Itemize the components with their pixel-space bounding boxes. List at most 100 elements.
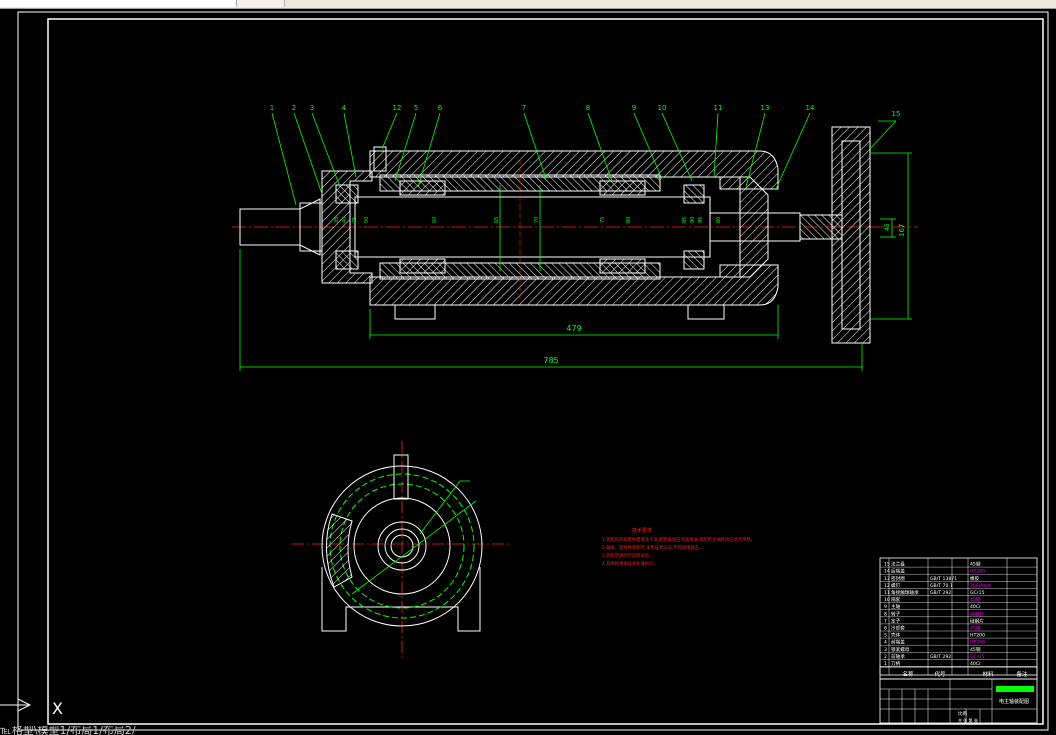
toolbar-field[interactable]: [0, 0, 237, 7]
foot-right: [687, 304, 725, 320]
bom-cell-material: HT200: [970, 640, 985, 646]
front-bearing-bottom: [335, 250, 359, 270]
part-label-4: 4: [342, 104, 347, 112]
bom-cell-name: 主轴: [891, 603, 901, 610]
bom-cell-material: HT200: [970, 569, 985, 575]
inner-dim: 80: [716, 217, 722, 223]
front-bearing-top: [335, 184, 359, 204]
bom-cell-name: 刀柄: [891, 660, 901, 667]
title-green-bar: [996, 686, 1034, 692]
scale-label: 比例: [958, 710, 967, 717]
bom-cell-no: 9: [884, 604, 887, 610]
part-label-9: 9: [632, 104, 636, 112]
bom-cell-name: 冷却套: [891, 625, 905, 632]
bom-header-note: 备注: [1016, 670, 1028, 678]
sheet-inner-border: [47, 18, 1044, 725]
bom-table: 15 法兰盘 45钢14 后端盖 HT20013 密封圈 GB/T 13871 橡胶12 螺钉 G…: [879, 557, 1038, 680]
inner-dim: 45: [352, 217, 358, 223]
section-view: 1 2 3 4 12 5 6 7 8 9 10 11 13 14 15 35 4…: [232, 104, 918, 371]
stator-left-bottom: [399, 258, 446, 274]
inner-dim: 65: [494, 217, 500, 223]
end-view: [292, 441, 510, 657]
part-label-15: 15: [892, 110, 901, 118]
bom-cell-material: 40Cr: [970, 604, 981, 610]
bom-cell-material: 40Cr: [970, 661, 981, 667]
inner-dim: 75: [600, 217, 606, 223]
dimension-785: 785: [543, 356, 558, 365]
bom-cell-no: 6: [884, 626, 887, 632]
end-view-hatch: [325, 513, 353, 588]
rear-bearing-top: [683, 184, 705, 204]
bom-header-material: 材料: [982, 670, 994, 678]
bom-cell-name: 角接触球轴承: [891, 589, 919, 596]
rear-bearing-bottom: [683, 250, 705, 270]
bom-cell-no: 13: [884, 576, 890, 582]
tech-req-line: 2.轴承、密封件装配时,采用压装方法,不得直接敲击。: [602, 544, 703, 551]
part-label-14: 14: [806, 104, 815, 112]
bom-cell-material: 硅钢片: [970, 610, 984, 617]
bom-cell-name: 定子: [891, 617, 901, 624]
bom-cell-name: 壳体: [891, 632, 901, 639]
bom-cell-code: GB/T 13871: [930, 576, 957, 582]
tech-req-line: 4.其余按相关技术标准执行。: [602, 560, 658, 567]
dimension-479: 479: [566, 324, 581, 333]
inner-dim: 50: [364, 217, 370, 223]
bom-cell-no: 10: [884, 597, 890, 603]
bom-cell-no: 1: [884, 661, 887, 667]
bom-cell-material: 硅钢片: [970, 617, 984, 624]
dimension-vertical-2: 45: [884, 223, 891, 231]
bom-header-code: 代号: [934, 670, 946, 678]
title-block: 电主轴装配图 比例 共 张 第 张: [879, 678, 1038, 724]
bom-cell-material: GCr15: [970, 654, 985, 660]
stator-right-top: [599, 180, 646, 196]
command-line[interactable]: ℡格型\模型1/布局1/布局2/: [0, 726, 300, 735]
part-label-5: 5: [414, 104, 418, 112]
bom-cell-no: 14: [884, 569, 890, 575]
bom-cell-material: GCr15: [970, 590, 985, 596]
ucs-icon: X: [0, 698, 63, 718]
part-label-13: 13: [761, 104, 770, 112]
inner-dim: 85: [682, 217, 688, 223]
inner-dim: 95: [698, 217, 704, 223]
part-label-8: 8: [586, 104, 590, 112]
bom-cell-code: GB/T 292: [930, 654, 951, 660]
inner-dim: 80: [626, 217, 632, 223]
part-label-11: 11: [714, 104, 723, 112]
sheet-label: 共 张 第 张: [958, 717, 978, 723]
bom-cell-no: 11: [884, 590, 890, 596]
bom-cell-no: 2: [884, 654, 887, 660]
stator-left-top: [399, 180, 446, 196]
part-label-10: 10: [658, 104, 667, 112]
bom-cell-name: 密封圈: [891, 575, 905, 582]
part-label-7: 7: [522, 104, 526, 112]
bom-cell-no: 7: [884, 618, 887, 624]
inner-dim: 35: [334, 217, 340, 223]
bom-cell-no: 15: [884, 562, 890, 568]
inner-dim: 70: [534, 217, 540, 223]
part-label-12: 12: [393, 104, 402, 112]
bom-cell-no: 3: [884, 647, 887, 653]
inner-dim: 90: [690, 217, 696, 223]
inner-dim: 60: [432, 217, 438, 223]
part-label-1: 1: [270, 104, 274, 112]
flange-disc: [831, 126, 871, 344]
bom-cell-name: 前轴承: [891, 653, 905, 660]
part-label-2: 2: [292, 104, 296, 112]
bom-cell-material: 45钢: [970, 596, 981, 603]
drawing-canvas[interactable]: 1 2 3 4 12 5 6 7 8 9 10 11 13 14 15 35 4…: [0, 9, 1056, 735]
foot-left: [394, 304, 436, 320]
drawing-title: 电主轴装配图: [999, 698, 1029, 705]
bom-cell-name: 后端盖: [891, 568, 905, 575]
bom-cell-name: 锁紧螺母: [891, 646, 910, 653]
tech-req-title: 技术要求: [632, 527, 652, 534]
bom-header-name: 名称: [902, 670, 914, 678]
end-view-bolt: [393, 454, 409, 500]
bom-cell-name: 前端盖: [891, 639, 905, 646]
inner-dimensions: 35 40 45 50 60 65 70 75 80 85 90 95 80: [334, 217, 722, 223]
top-toolbar-strip: [0, 0, 1056, 9]
bom-cell-name: 螺钉: [891, 582, 901, 589]
toolbar-field-small[interactable]: [238, 0, 285, 7]
bom-cell-name: 转子: [891, 610, 901, 617]
bom-cell-no: 4: [884, 640, 887, 646]
bom-cell-no: 5: [884, 633, 887, 639]
